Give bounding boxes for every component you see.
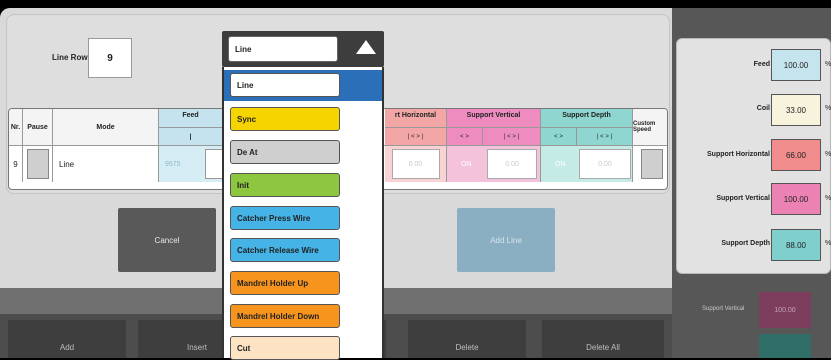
dropdown-item-cut[interactable]: Cut [230,336,340,360]
dropdown-item-mandrel-holder-down[interactable]: Mandrel Holder Down [230,304,340,328]
col-header-support-depth-label: Support Depth [562,112,611,119]
support-depth-unit: % [825,240,831,247]
sh-value-field[interactable]: 0.00 [391,149,440,179]
support-horizontal-unit: % [825,151,831,158]
sv-on-toggle[interactable]: ON [461,161,472,168]
dropdown-item-line[interactable]: Line [230,73,340,97]
dropdown-item-catcher-press-wire[interactable]: Catcher Press Wire [230,206,340,230]
dropdown-item-init[interactable]: Init [230,173,340,197]
col-header-sd-arrows-inner: < > [541,127,577,145]
dropdown-item-sync[interactable]: Sync [230,107,340,131]
support-vertical-unit: % [825,195,831,202]
coil-override-field[interactable]: 33.00 [771,94,821,126]
dropdown-item-de-at[interactable]: De At [230,140,340,164]
row-nr: 9 [9,146,23,182]
col-header-sv-arrows-inner: < > [447,127,483,145]
sd-on-toggle[interactable]: ON [555,161,566,168]
coil-unit: % [825,105,831,112]
col-header-pause: Pause [23,109,53,145]
mode-dropdown[interactable]: Line [222,31,384,67]
row-support-vertical: ON 0.00 [447,146,541,182]
lower-support-vertical-field[interactable]: 100.00 [759,292,811,328]
line-row-input[interactable]: 9 [88,38,132,78]
support-vertical-override-label: Support Vertical [716,195,770,202]
row-pause [23,146,53,182]
row-custom-speed [633,146,667,182]
support-depth-override-label: Support Depth [721,240,770,247]
dropdown-item-mandrel-holder-up[interactable]: Mandrel Holder Up [230,271,340,295]
col-header-feed-sub: I [159,127,223,145]
line-row-label: Line Row [52,53,88,62]
mode-dropdown-list: Line Sync De At Init Catcher Press Wire … [222,67,384,360]
row-mode[interactable]: Line [53,146,159,182]
feed-override-field[interactable]: 100.00 [771,49,821,81]
override-sidebar: Feed 100.00 % Coil 33.00 % Support Horiz… [672,8,831,358]
col-header-support-vertical-label: Support Vertical [466,112,521,119]
sd-value-field[interactable]: 0.00 [579,149,631,179]
row-feed-value: 9575 [165,160,181,168]
dropdown-item-catcher-release-wire[interactable]: Catcher Release Wire [230,238,340,262]
sv-value-field[interactable]: 0.00 [487,149,537,179]
add-button[interactable]: Add [8,320,126,358]
row-support-depth: ON 0.00 [541,146,633,182]
lower-support-depth-field[interactable] [759,334,811,358]
col-header-support-horizontal-label: rt Horizontal [394,112,437,119]
row-support-horizontal[interactable]: 0.00 [385,146,447,182]
delete-button[interactable]: Delete [408,320,526,358]
col-header-sh-arrows: | < > | [385,127,447,145]
col-header-mode: Mode [53,109,159,145]
feed-value-field[interactable] [205,149,223,179]
feed-unit: % [825,61,831,68]
delete-all-button[interactable]: Delete All [542,320,664,358]
feed-override-label: Feed [753,61,770,68]
support-depth-override-field[interactable]: 88.00 [771,229,821,261]
col-header-nr: Nr. [9,109,23,145]
support-horizontal-override-field[interactable]: 66.00 [771,139,821,171]
col-header-sd-arrows-outer: | < > | [577,127,633,145]
row-feed[interactable]: 9575 [159,146,223,182]
support-horizontal-override-label: Support Horizontal [707,151,770,158]
custom-speed-checkbox[interactable] [641,149,663,179]
dropdown-arrow-up-icon[interactable] [356,40,376,54]
mode-dropdown-value[interactable]: Line [228,36,338,62]
col-header-custom-speed: Custom Speed [633,109,667,145]
support-vertical-override-field[interactable]: 100.00 [771,183,821,215]
add-line-button[interactable]: Add Line [457,208,555,272]
pause-checkbox[interactable] [27,149,49,179]
col-header-sv-arrows-outer: | < > | [483,127,541,145]
coil-override-label: Coil [756,105,770,112]
app-screen: Line Row 9 Nr. Pause Mode Feed I rt Hori… [0,8,831,358]
lower-support-vertical-label: Support Vertical [702,306,745,312]
cancel-button[interactable]: Cancel [118,208,216,272]
col-header-feed-label: Feed [182,112,199,119]
override-panel: Feed 100.00 % Coil 33.00 % Support Horiz… [676,38,831,274]
